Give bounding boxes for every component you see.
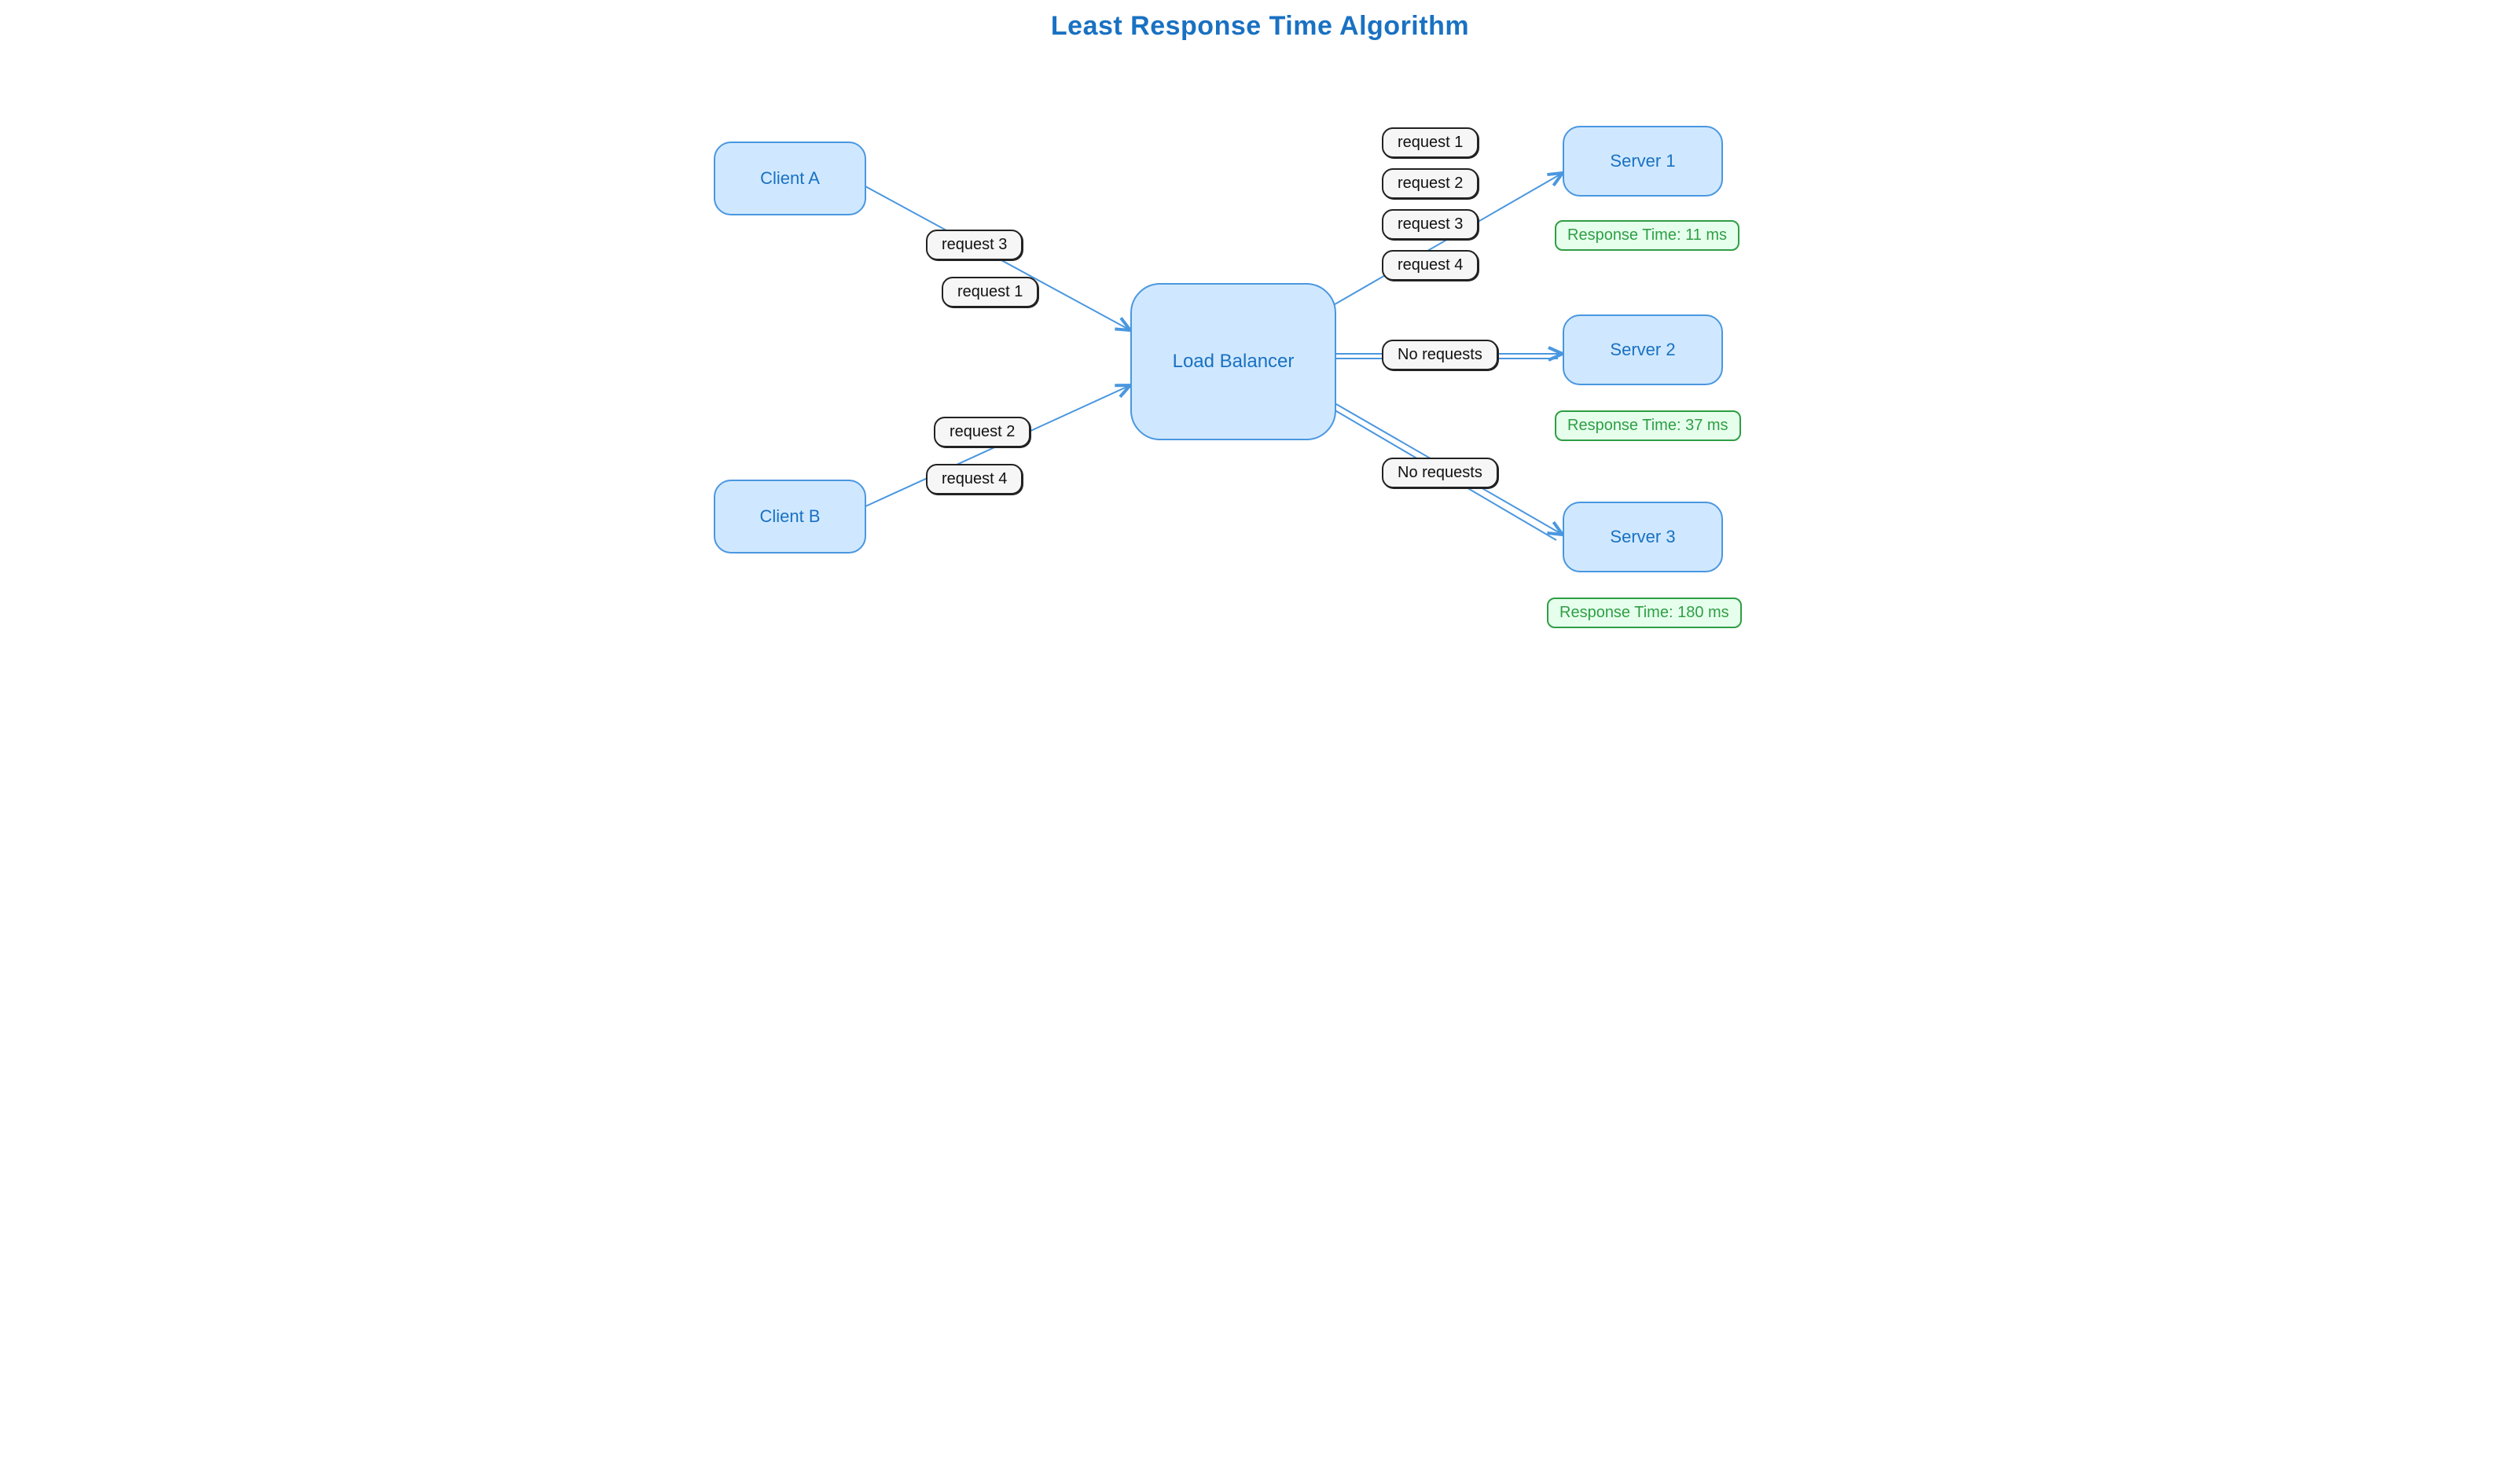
server-1-node: Server 1	[1563, 126, 1723, 197]
server-3-node: Server 3	[1563, 502, 1723, 572]
server1-request-chip-0: request 1	[1382, 127, 1479, 158]
server-2-node: Server 2	[1563, 314, 1723, 385]
client-b-label: Client B	[759, 506, 820, 527]
server2-no-requests-chip: No requests	[1382, 340, 1498, 370]
client-b-request-chip-0: request 2	[934, 417, 1030, 447]
client-a-label: Client A	[760, 168, 820, 189]
load-balancer-node: Load Balancer	[1130, 283, 1336, 440]
server-3-label: Server 3	[1610, 527, 1675, 547]
diagram-canvas: Least Response Time Algorithm Client A r…	[690, 0, 1830, 660]
load-balancer-label: Load Balancer	[1173, 351, 1295, 373]
server1-request-chip-3: request 4	[1382, 250, 1479, 281]
client-a-request-chip-0: request 3	[926, 230, 1023, 260]
diagram-title: Least Response Time Algorithm	[690, 11, 1830, 42]
server1-request-chip-1: request 2	[1382, 168, 1479, 199]
client-b-node: Client B	[714, 480, 866, 553]
server-2-label: Server 2	[1610, 340, 1675, 360]
client-b-request-chip-1: request 4	[926, 464, 1023, 495]
client-a-node: Client A	[714, 142, 866, 215]
server3-no-requests-chip: No requests	[1382, 458, 1498, 488]
server-2-response-chip: Response Time: 37 ms	[1555, 410, 1741, 441]
client-a-request-chip-1: request 1	[942, 277, 1038, 307]
server-1-label: Server 1	[1610, 151, 1675, 171]
server1-request-chip-2: request 3	[1382, 209, 1479, 240]
server-3-response-chip: Response Time: 180 ms	[1547, 598, 1742, 628]
server-1-response-chip: Response Time: 11 ms	[1555, 220, 1739, 251]
